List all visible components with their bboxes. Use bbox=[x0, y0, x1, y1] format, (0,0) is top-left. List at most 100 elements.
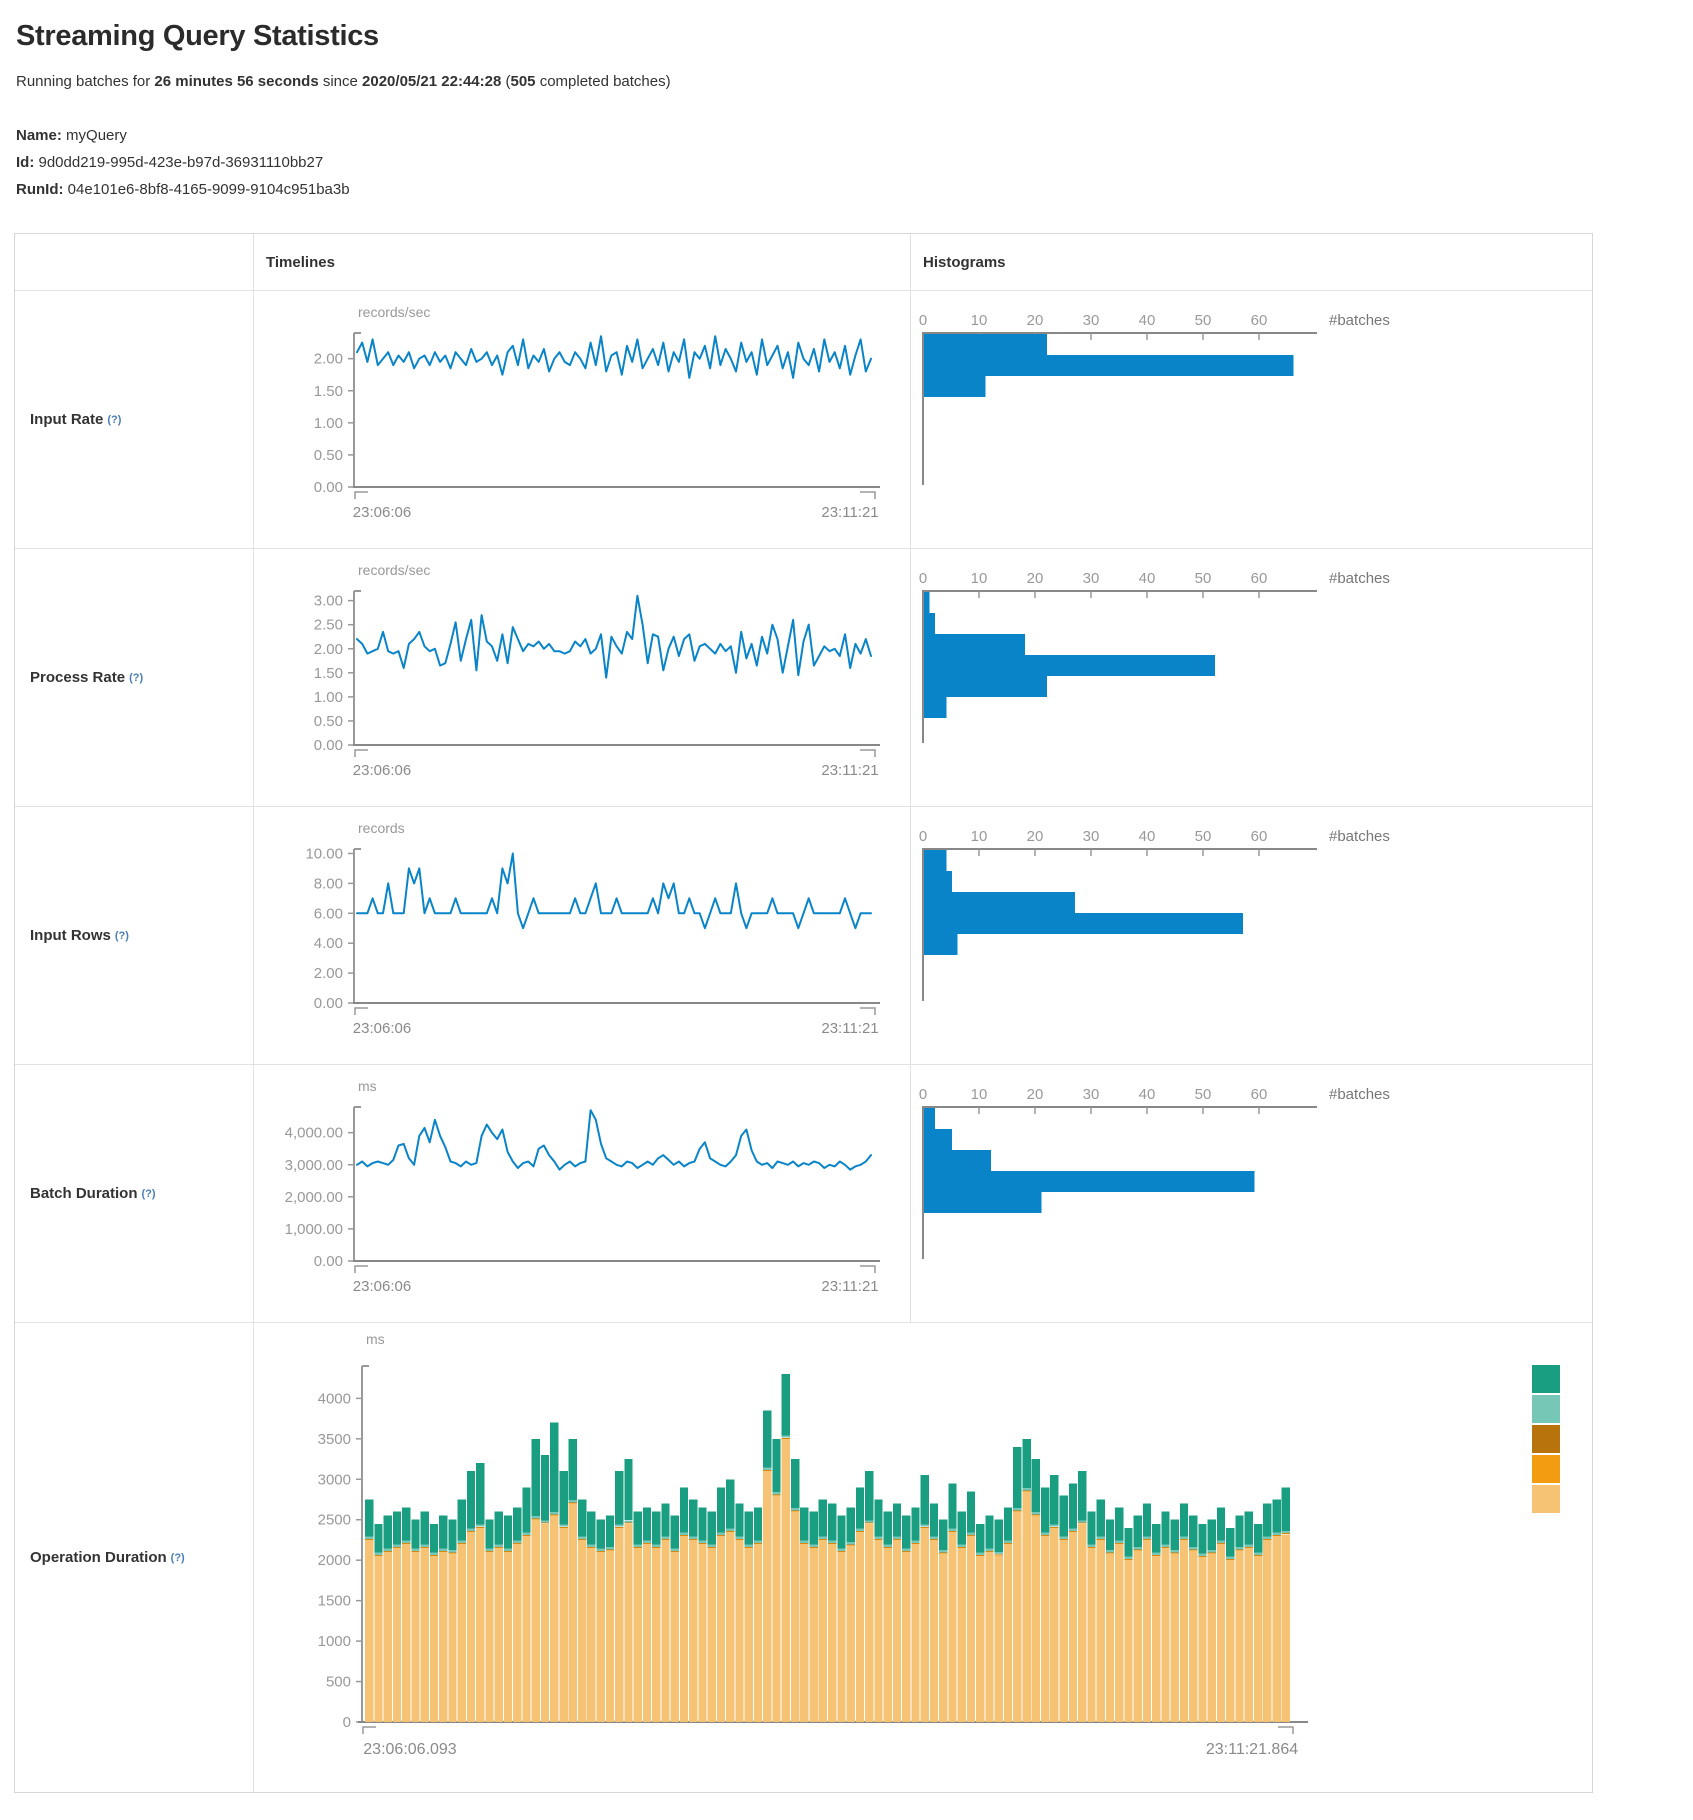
svg-text:0: 0 bbox=[919, 828, 927, 845]
help-icon[interactable]: (?) bbox=[115, 930, 129, 942]
input-rows-timeline-svg: records0.002.004.006.008.0010.0023:06:06… bbox=[254, 817, 904, 1055]
query-info: Name: myQuery Id: 9d0dd219-995d-423e-b97… bbox=[16, 122, 1679, 203]
query-name-line: Name: myQuery bbox=[16, 122, 1679, 149]
svg-text:23:11:21: 23:11:21 bbox=[821, 504, 878, 521]
svg-text:60: 60 bbox=[1251, 828, 1268, 845]
svg-text:8.00: 8.00 bbox=[314, 875, 343, 892]
svg-text:50: 50 bbox=[1195, 570, 1212, 587]
subtitle-open-paren: ( bbox=[501, 73, 510, 90]
svg-text:23:06:06.093: 23:06:06.093 bbox=[363, 1741, 457, 1758]
running-duration: 26 minutes 56 seconds bbox=[154, 73, 318, 90]
svg-text:#batches: #batches bbox=[1329, 312, 1390, 329]
svg-text:0.50: 0.50 bbox=[314, 712, 343, 729]
running-batches-summary: Running batches for 26 minutes 56 second… bbox=[16, 73, 1679, 90]
batch-duration-histogram-chart: 0102030405060#batches bbox=[910, 1064, 1592, 1322]
query-id-value: 9d0dd219-995d-423e-b97d-36931110bb27 bbox=[39, 154, 324, 171]
completed-batch-count: 505 bbox=[511, 73, 536, 90]
svg-text:20: 20 bbox=[1027, 828, 1044, 845]
svg-text:50: 50 bbox=[1195, 1086, 1212, 1103]
page-title: Streaming Query Statistics bbox=[16, 20, 1679, 53]
svg-text:23:11:21.864: 23:11:21.864 bbox=[1206, 1741, 1298, 1758]
svg-text:23:06:06: 23:06:06 bbox=[353, 504, 411, 521]
svg-text:23:06:06: 23:06:06 bbox=[353, 1020, 411, 1037]
legend-swatch-teal bbox=[1532, 1365, 1560, 1393]
query-runid-label: RunId: bbox=[16, 181, 63, 198]
svg-text:records/sec: records/sec bbox=[358, 562, 430, 578]
query-id-label: Id: bbox=[16, 154, 34, 171]
svg-text:30: 30 bbox=[1083, 570, 1100, 587]
svg-text:60: 60 bbox=[1251, 312, 1268, 329]
svg-text:0.00: 0.00 bbox=[314, 737, 343, 754]
svg-text:2.00: 2.00 bbox=[314, 640, 343, 657]
process-rate-histogram-svg: 0102030405060#batches bbox=[911, 559, 1411, 797]
subtitle-suffix: completed batches) bbox=[536, 73, 671, 90]
query-id-line: Id: 9d0dd219-995d-423e-b97d-36931110bb27 bbox=[16, 149, 1679, 176]
query-name-value: myQuery bbox=[66, 127, 127, 144]
svg-text:23:11:21: 23:11:21 bbox=[821, 1020, 878, 1037]
operation-duration-svg: ms0500100015002000250030003500400023:06:… bbox=[254, 1324, 1588, 1792]
streaming-query-statistics-page: Streaming Query Statistics Running batch… bbox=[0, 0, 1679, 1819]
svg-text:40: 40 bbox=[1139, 312, 1156, 329]
svg-text:1.50: 1.50 bbox=[314, 382, 343, 399]
svg-text:0.00: 0.00 bbox=[314, 995, 343, 1012]
svg-text:4000: 4000 bbox=[318, 1390, 351, 1407]
svg-text:ms: ms bbox=[366, 1331, 385, 1347]
svg-text:3,000.00: 3,000.00 bbox=[285, 1156, 343, 1173]
statistics-table: Timelines Histograms Input Rate(?) recor… bbox=[14, 233, 1593, 1793]
operation-duration-legend bbox=[1532, 1365, 1560, 1515]
legend-swatch-light-teal bbox=[1532, 1395, 1560, 1423]
svg-text:23:11:21: 23:11:21 bbox=[821, 1278, 878, 1295]
row-label-process-rate: Process Rate(?) bbox=[15, 548, 253, 806]
subtitle-middle: since bbox=[319, 73, 362, 90]
svg-text:3.00: 3.00 bbox=[314, 592, 343, 609]
svg-text:0: 0 bbox=[919, 1086, 927, 1103]
svg-text:30: 30 bbox=[1083, 1086, 1100, 1103]
svg-text:#batches: #batches bbox=[1329, 828, 1390, 845]
input-rows-timeline-chart: records0.002.004.006.008.0010.0023:06:06… bbox=[253, 806, 910, 1064]
svg-text:#batches: #batches bbox=[1329, 1086, 1390, 1103]
query-runid-value: 04e101e6-8bf8-4165-9099-9104c951ba3b bbox=[68, 181, 350, 198]
svg-text:10: 10 bbox=[971, 1086, 988, 1103]
svg-text:500: 500 bbox=[326, 1673, 351, 1690]
svg-text:60: 60 bbox=[1251, 570, 1268, 587]
row-label-batch-duration: Batch Duration(?) bbox=[15, 1064, 253, 1322]
svg-text:records: records bbox=[358, 820, 405, 836]
legend-swatch-orange bbox=[1532, 1455, 1560, 1483]
svg-text:0.00: 0.00 bbox=[314, 1253, 343, 1270]
subtitle-prefix: Running batches for bbox=[16, 73, 154, 90]
input-rate-histogram-svg: 0102030405060#batches bbox=[911, 301, 1411, 539]
svg-text:2.00: 2.00 bbox=[314, 965, 343, 982]
start-timestamp: 2020/05/21 22:44:28 bbox=[362, 73, 501, 90]
svg-text:50: 50 bbox=[1195, 828, 1212, 845]
svg-text:10: 10 bbox=[971, 828, 988, 845]
svg-text:1000: 1000 bbox=[318, 1633, 351, 1650]
svg-text:2,000.00: 2,000.00 bbox=[285, 1188, 343, 1205]
svg-text:30: 30 bbox=[1083, 828, 1100, 845]
svg-text:50: 50 bbox=[1195, 312, 1212, 329]
legend-swatch-dark-ochre bbox=[1532, 1425, 1560, 1453]
svg-text:records/sec: records/sec bbox=[358, 304, 430, 320]
svg-text:0.50: 0.50 bbox=[314, 446, 343, 463]
input-rate-timeline-svg: records/sec0.000.501.001.502.0023:06:062… bbox=[254, 301, 904, 539]
svg-text:0: 0 bbox=[919, 570, 927, 587]
svg-text:1.00: 1.00 bbox=[314, 414, 343, 431]
batch-duration-timeline-svg: ms0.001,000.002,000.003,000.004,000.0023… bbox=[254, 1075, 904, 1313]
svg-text:23:06:06: 23:06:06 bbox=[353, 1278, 411, 1295]
column-header-histograms: Histograms bbox=[910, 234, 1592, 290]
help-icon[interactable]: (?) bbox=[142, 1188, 156, 1200]
operation-duration-chart: ms0500100015002000250030003500400023:06:… bbox=[253, 1322, 1592, 1792]
help-icon[interactable]: (?) bbox=[129, 672, 143, 684]
svg-text:4.00: 4.00 bbox=[314, 935, 343, 952]
svg-text:3500: 3500 bbox=[318, 1430, 351, 1447]
svg-text:10: 10 bbox=[971, 312, 988, 329]
batch-duration-timeline-chart: ms0.001,000.002,000.003,000.004,000.0023… bbox=[253, 1064, 910, 1322]
query-name-label: Name: bbox=[16, 127, 62, 144]
input-rows-histogram-chart: 0102030405060#batches bbox=[910, 806, 1592, 1064]
help-icon[interactable]: (?) bbox=[107, 414, 121, 426]
svg-text:2500: 2500 bbox=[318, 1511, 351, 1528]
help-icon[interactable]: (?) bbox=[171, 1552, 185, 1564]
svg-text:1500: 1500 bbox=[318, 1592, 351, 1609]
svg-text:20: 20 bbox=[1027, 312, 1044, 329]
svg-text:#batches: #batches bbox=[1329, 570, 1390, 587]
row-label-input-rows: Input Rows(?) bbox=[15, 806, 253, 1064]
